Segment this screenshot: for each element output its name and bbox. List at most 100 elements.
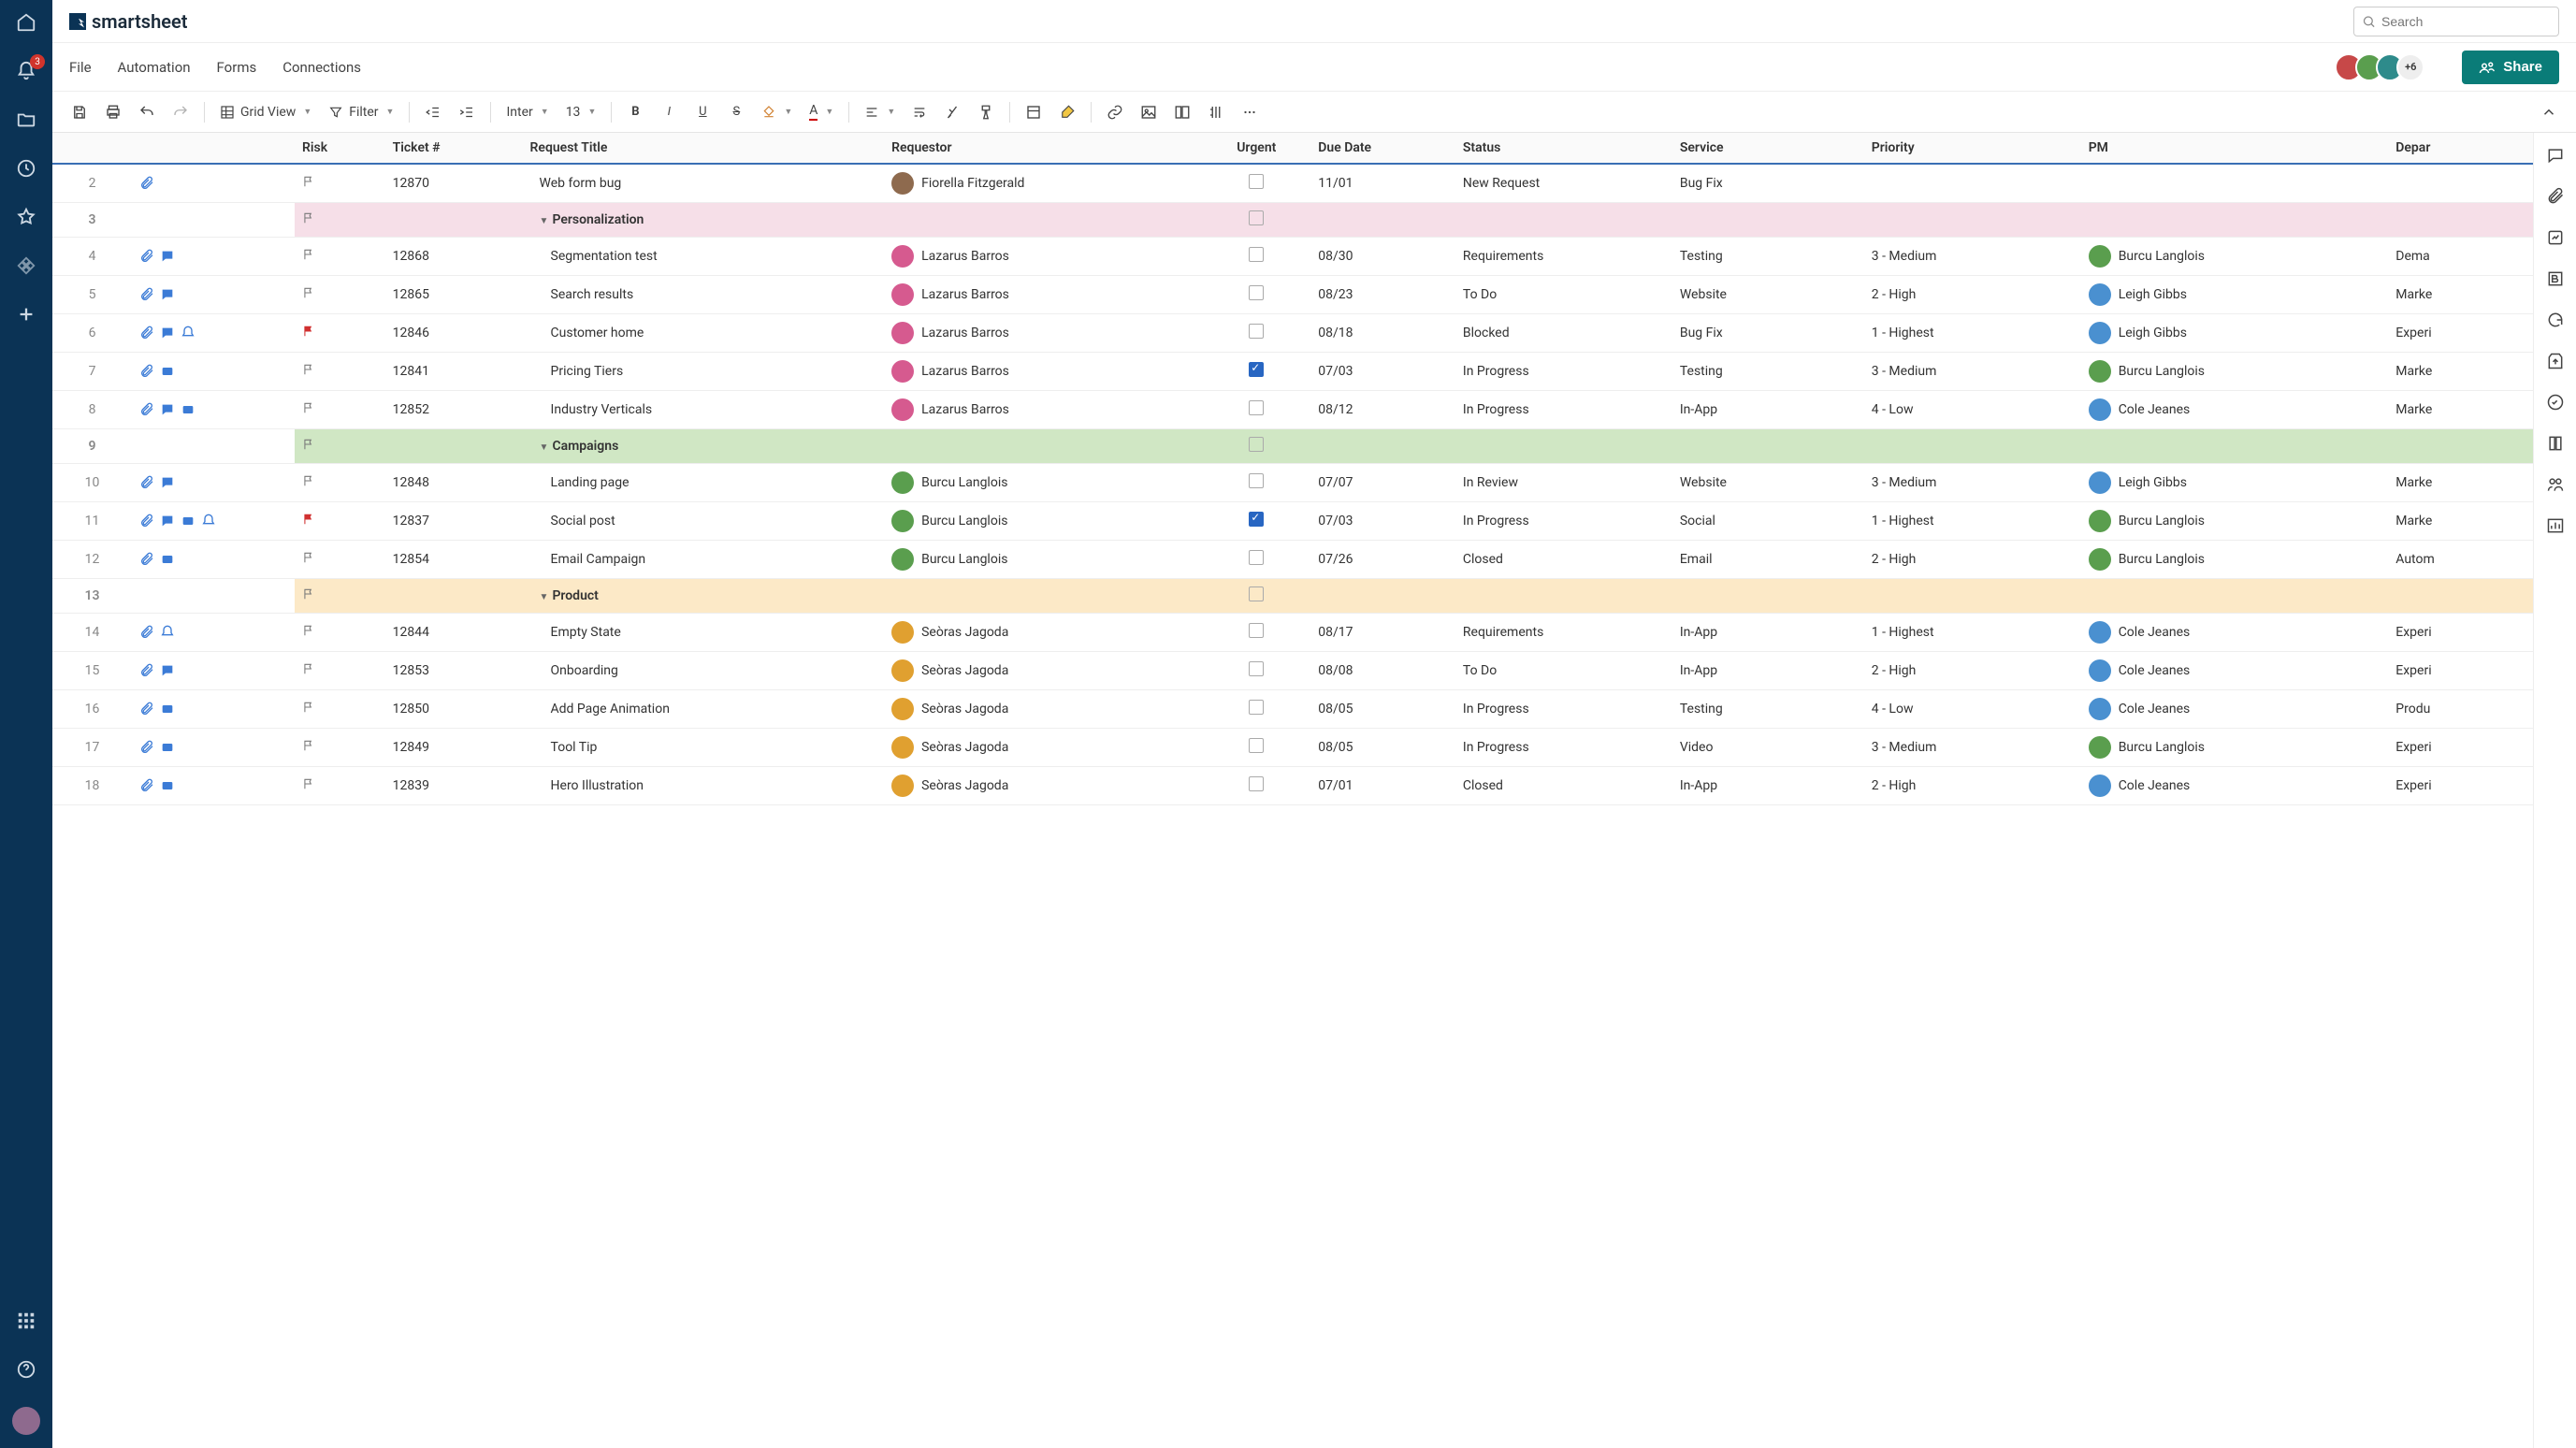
cell-title[interactable]: Landing page xyxy=(523,464,885,502)
table-row[interactable]: 16 12850 Add Page Animation Seòras Jagod… xyxy=(52,690,2533,729)
cell-service[interactable]: In-App xyxy=(1672,652,1864,690)
conditional-format-icon[interactable] xyxy=(1020,98,1048,126)
urgent-checkbox[interactable] xyxy=(1249,324,1264,339)
comment-icon[interactable] xyxy=(160,326,175,340)
urgent-checkbox[interactable] xyxy=(1249,473,1264,488)
urgent-checkbox[interactable] xyxy=(1249,247,1264,262)
font-color-icon[interactable]: A▼ xyxy=(803,98,839,126)
search-input[interactable] xyxy=(2381,14,2551,29)
cell-urgent[interactable] xyxy=(1202,353,1310,391)
update-requests-icon[interactable] xyxy=(2546,311,2565,329)
create-icon[interactable] xyxy=(15,303,37,326)
column-header-title[interactable]: Request Title xyxy=(523,133,885,164)
cell-service[interactable]: Social xyxy=(1672,502,1864,541)
cell-title[interactable]: Pricing Tiers xyxy=(523,353,885,391)
cell-ticket[interactable]: 12837 xyxy=(385,502,523,541)
cell-urgent[interactable] xyxy=(1202,502,1310,541)
cell-requestor[interactable]: Seòras Jagoda xyxy=(884,614,1202,652)
cell-urgent[interactable] xyxy=(1202,541,1310,579)
urgent-checkbox[interactable] xyxy=(1249,285,1264,300)
print-icon[interactable] xyxy=(99,98,127,126)
cell-service[interactable]: Website xyxy=(1672,464,1864,502)
cell-dept[interactable]: Experi xyxy=(2388,652,2533,690)
cell-pm[interactable]: Leigh Gibbs xyxy=(2081,276,2389,314)
cell-risk[interactable] xyxy=(295,314,385,353)
image-icon[interactable] xyxy=(1135,98,1163,126)
cell-priority[interactable]: 3 - Medium xyxy=(1864,238,2081,276)
urgent-checkbox[interactable] xyxy=(1249,700,1264,715)
redo-icon[interactable] xyxy=(166,98,195,126)
attachments-icon[interactable] xyxy=(2546,187,2565,206)
cell-priority[interactable] xyxy=(1864,164,2081,203)
urgent-checkbox[interactable] xyxy=(1249,437,1264,452)
urgent-checkbox[interactable] xyxy=(1249,400,1264,415)
browse-icon[interactable] xyxy=(15,109,37,131)
clear-format-icon[interactable] xyxy=(938,98,966,126)
cell-status[interactable]: In Progress xyxy=(1455,729,1672,767)
cell-urgent[interactable] xyxy=(1202,391,1310,429)
cell-pm[interactable]: Burcu Langlois xyxy=(2081,729,2389,767)
attachment-icon[interactable] xyxy=(139,740,154,755)
cell-status[interactable]: Blocked xyxy=(1455,314,1672,353)
workapps-icon[interactable] xyxy=(15,254,37,277)
menu-automation[interactable]: Automation xyxy=(118,59,191,76)
cell-status[interactable]: Closed xyxy=(1455,541,1672,579)
cell-status[interactable]: New Request xyxy=(1455,164,1672,203)
align-icon[interactable]: ▼ xyxy=(859,98,901,126)
sheet-grid[interactable]: Risk Ticket # Request Title Requestor Ur… xyxy=(52,133,2533,1448)
cell-risk[interactable] xyxy=(295,614,385,652)
cell-requestor[interactable]: Burcu Langlois xyxy=(884,541,1202,579)
cell-pm[interactable] xyxy=(2081,164,2389,203)
attachment-icon[interactable] xyxy=(139,702,154,717)
cell-dept[interactable]: Autom xyxy=(2388,541,2533,579)
cell-requestor[interactable]: Fiorella Fitzgerald xyxy=(884,164,1202,203)
cell-pm[interactable]: Cole Jeanes xyxy=(2081,652,2389,690)
reminder-icon[interactable] xyxy=(160,625,175,640)
proof-icon[interactable] xyxy=(160,740,175,755)
table-row[interactable]: 8 12852 Industry Verticals Lazarus Barro… xyxy=(52,391,2533,429)
share-button[interactable]: Share xyxy=(2462,51,2559,84)
cell-dept[interactable]: Produ xyxy=(2388,690,2533,729)
brand-logo[interactable]: smartsheet xyxy=(69,10,188,33)
table-row[interactable]: 12 12854 Email Campaign Burcu Langlois 0… xyxy=(52,541,2533,579)
cell-title[interactable]: Industry Verticals xyxy=(523,391,885,429)
cell-service[interactable]: Bug Fix xyxy=(1672,164,1864,203)
cell-ticket[interactable]: 12868 xyxy=(385,238,523,276)
cell-requestor[interactable]: Burcu Langlois xyxy=(884,464,1202,502)
column-header-status[interactable]: Status xyxy=(1455,133,1672,164)
view-selector[interactable]: Grid View ▼ xyxy=(214,98,317,126)
cell-service[interactable]: Testing xyxy=(1672,690,1864,729)
cell-requestor[interactable]: Seòras Jagoda xyxy=(884,767,1202,805)
cell-requestor[interactable]: Lazarus Barros xyxy=(884,314,1202,353)
cell-status[interactable]: Requirements xyxy=(1455,614,1672,652)
group-row[interactable]: 13 ▼Product xyxy=(52,579,2533,614)
fontsize-selector[interactable]: 13 ▼ xyxy=(560,98,602,126)
cell-risk[interactable] xyxy=(295,353,385,391)
cell-due[interactable]: 07/03 xyxy=(1310,502,1455,541)
cell-risk[interactable] xyxy=(295,391,385,429)
cell-urgent[interactable] xyxy=(1202,276,1310,314)
column-header-risk[interactable]: Risk xyxy=(295,133,385,164)
outdent-icon[interactable] xyxy=(419,98,447,126)
cell-dept[interactable]: Experi xyxy=(2388,767,2533,805)
urgent-checkbox[interactable] xyxy=(1249,210,1264,225)
cell-title[interactable]: Social post xyxy=(523,502,885,541)
summary-icon[interactable] xyxy=(2546,434,2565,453)
cell-title[interactable]: Hero Illustration xyxy=(523,767,885,805)
cell-ticket[interactable]: 12839 xyxy=(385,767,523,805)
cell-service[interactable]: In-App xyxy=(1672,614,1864,652)
table-row[interactable]: 18 12839 Hero Illustration Seòras Jagoda… xyxy=(52,767,2533,805)
cell-requestor[interactable]: Lazarus Barros xyxy=(884,353,1202,391)
column-header-requestor[interactable]: Requestor xyxy=(884,133,1202,164)
cell-title[interactable]: Segmentation test xyxy=(523,238,885,276)
solution-center-icon[interactable] xyxy=(15,1310,37,1332)
cell-risk[interactable] xyxy=(295,729,385,767)
menu-forms[interactable]: Forms xyxy=(217,59,257,76)
cell-priority[interactable]: 1 - Highest xyxy=(1864,314,2081,353)
cell-urgent[interactable] xyxy=(1202,690,1310,729)
column-header-ticket[interactable]: Ticket # xyxy=(385,133,523,164)
table-row[interactable]: 14 12844 Empty State Seòras Jagoda 08/17… xyxy=(52,614,2533,652)
italic-icon[interactable]: I xyxy=(655,98,683,126)
cell-dept[interactable]: Marke xyxy=(2388,276,2533,314)
column-header-due[interactable]: Due Date xyxy=(1310,133,1455,164)
